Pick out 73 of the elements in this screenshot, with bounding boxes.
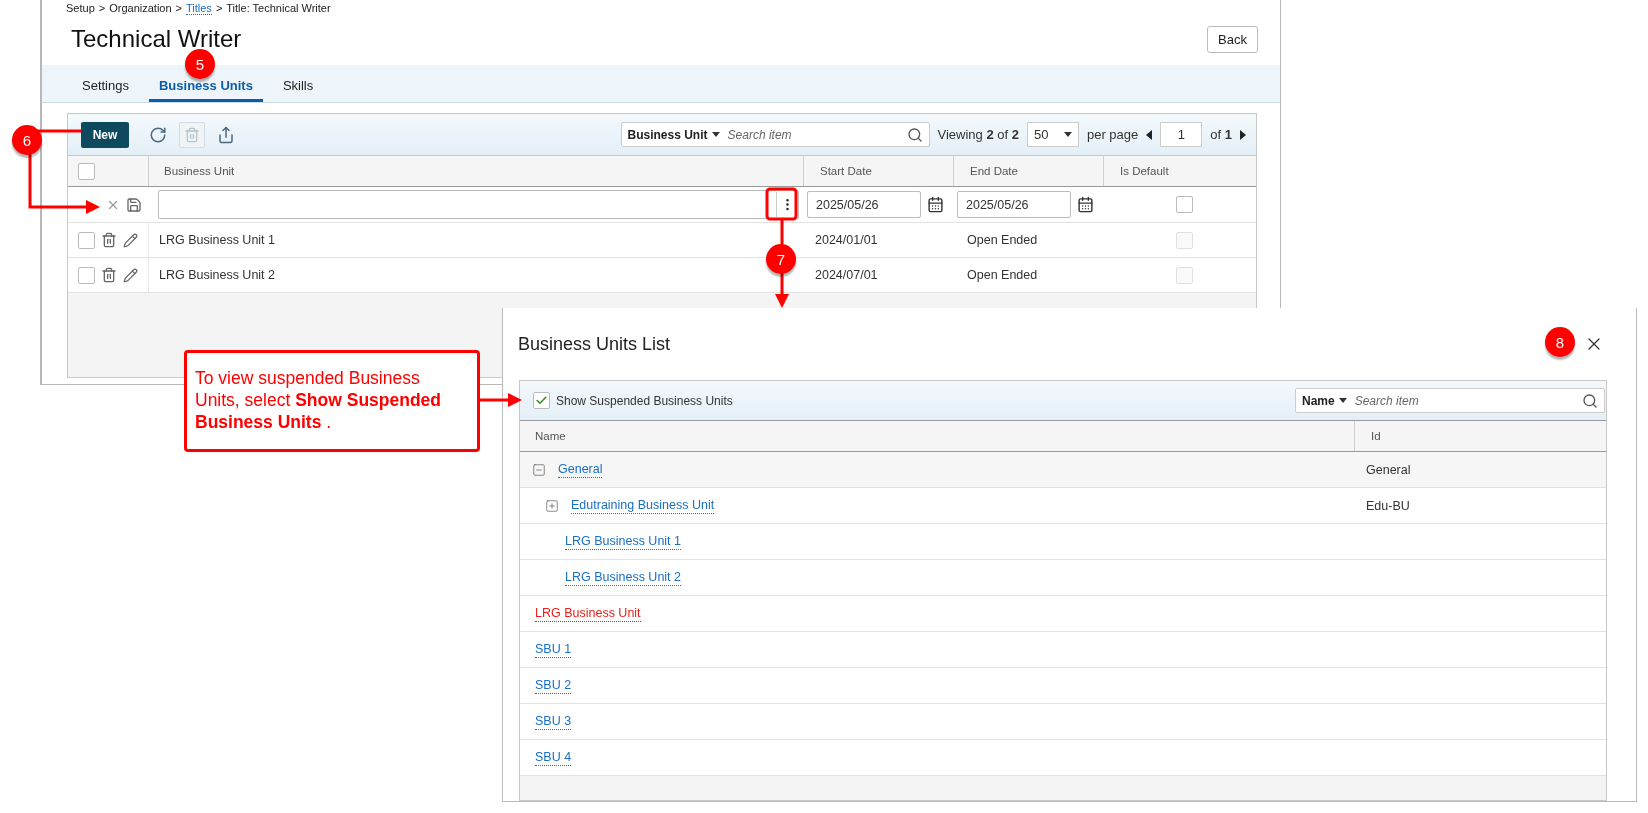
table-cell: 2024/01/01 <box>815 233 878 247</box>
business-unit-link[interactable]: General <box>558 461 603 478</box>
table-cell: Open Ended <box>967 268 1038 282</box>
business-unit-link[interactable]: SBU 1 <box>535 641 572 658</box>
breadcrumb-separator: > <box>175 2 182 15</box>
tab[interactable]: Settings <box>72 65 139 102</box>
caret-icon[interactable] <box>711 132 720 137</box>
column-header: Name <box>534 429 567 444</box>
column-header: Id <box>1354 421 1606 451</box>
search-field-selector[interactable]: Name <box>1302 393 1347 408</box>
search-input[interactable]: Search item <box>1352 392 1576 409</box>
table-cell: Open Ended <box>967 233 1038 247</box>
search-icon[interactable] <box>1582 392 1598 409</box>
per-page-select[interactable]: 50 <box>1026 122 1079 147</box>
breadcrumb-item: Setup <box>66 2 95 15</box>
calendar-icon[interactable] <box>1077 196 1094 213</box>
start-date-field[interactable]: 2025/05/26 <box>807 191 921 218</box>
edit-icon[interactable] <box>123 232 138 248</box>
breadcrumb-link[interactable]: Titles <box>186 2 212 15</box>
highlight-box <box>765 187 798 221</box>
business-unit-link[interactable]: SBU 4 <box>535 749 572 766</box>
table-cell: General <box>1366 462 1411 477</box>
previous-page-icon[interactable] <box>1146 129 1153 140</box>
tab[interactable]: Skills <box>272 65 324 102</box>
column-header: End Date <box>953 156 1103 186</box>
callout-text: To view suspended Business Units, select Show Suspended Business Units . <box>184 350 480 452</box>
back-button[interactable]: Back <box>1207 25 1258 53</box>
business-unit-link[interactable]: Edutraining Business Unit <box>571 497 715 514</box>
per-page-label: per page <box>1086 127 1139 142</box>
breadcrumb-separator: > <box>215 2 223 15</box>
column-header: Start Date <box>803 156 953 186</box>
end-date-field[interactable]: 2025/05/26 <box>957 191 1071 218</box>
step-badge: 6 <box>12 125 42 155</box>
business-unit-link[interactable]: LRG Business Unit <box>535 605 641 622</box>
connector-arrow <box>480 393 522 407</box>
next-page-icon[interactable] <box>1240 129 1246 140</box>
table-cell: Edu-BU <box>1366 498 1410 513</box>
search-input[interactable]: Search item <box>725 126 901 143</box>
caret-icon[interactable] <box>1063 132 1072 137</box>
search-field[interactable]: Business Unit Search item <box>620 122 930 147</box>
business-unit-link[interactable]: SBU 3 <box>535 713 572 730</box>
search-field[interactable]: Name Search item <box>1295 388 1605 413</box>
viewing-count: Viewing 2 of 2 <box>937 127 1019 142</box>
business-unit-link[interactable]: SBU 2 <box>535 677 572 694</box>
calendar-icon[interactable] <box>927 196 944 213</box>
select-all-checkbox[interactable] <box>78 162 95 180</box>
save-icon[interactable] <box>126 196 142 213</box>
default-checkbox[interactable] <box>1176 196 1193 213</box>
table-cell: 2024/07/01 <box>815 268 878 282</box>
row-checkbox[interactable] <box>78 266 95 284</box>
new-button[interactable]: New <box>81 121 129 148</box>
page-input[interactable]: 1 <box>1160 122 1203 147</box>
caret-icon[interactable] <box>1338 398 1347 403</box>
delete-icon[interactable] <box>101 232 117 248</box>
search-icon[interactable] <box>906 126 923 143</box>
column-header: Is Default <box>1103 156 1256 186</box>
column-header: Business Unit <box>148 156 803 186</box>
business-unit-link[interactable]: LRG Business Unit 2 <box>565 569 682 586</box>
row-checkbox[interactable] <box>78 231 95 249</box>
table-cell: LRG Business Unit 2 <box>159 268 276 282</box>
breadcrumb-separator: > <box>98 2 106 15</box>
breadcrumb-item: Organization <box>109 2 172 15</box>
table-cell: LRG Business Unit 1 <box>159 233 276 247</box>
business-unit-link[interactable]: LRG Business Unit 1 <box>565 533 682 550</box>
edit-icon[interactable] <box>123 267 138 283</box>
dialog-title: Business Units List <box>518 333 671 355</box>
search-field-selector[interactable]: Business Unit <box>627 127 720 142</box>
breadcrumb-item: Title: Technical Writer <box>226 2 331 15</box>
checkbox-label[interactable]: Show Suspended Business Units <box>556 393 733 408</box>
expand-icon[interactable] <box>545 498 559 513</box>
page-total: of 1 <box>1210 127 1232 142</box>
delete-icon[interactable] <box>101 267 117 283</box>
business-unit-field[interactable] <box>158 190 799 219</box>
